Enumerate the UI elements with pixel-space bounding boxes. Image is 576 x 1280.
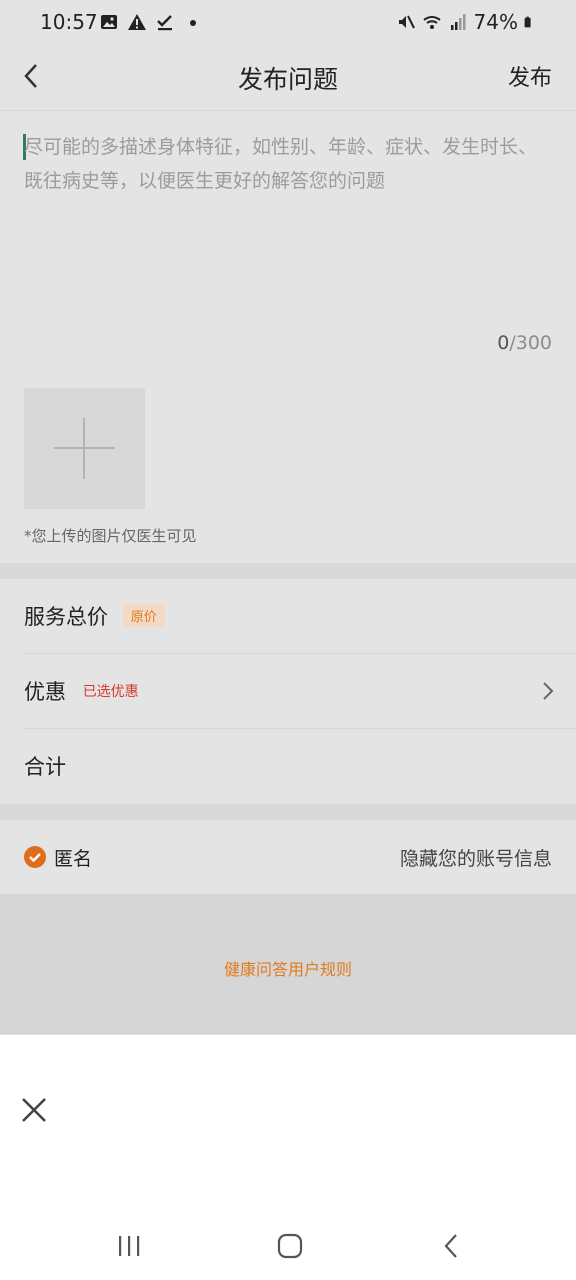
status-time: 10:57 xyxy=(40,10,98,34)
back-nav-icon[interactable] xyxy=(440,1232,462,1260)
system-icons: 74% xyxy=(396,10,536,34)
total-price-label-wrap: 服务总价 原价 xyxy=(24,601,165,631)
plus-icon-vertical xyxy=(83,418,85,479)
section-gap xyxy=(0,804,576,820)
publish-button[interactable]: 发布 xyxy=(508,60,552,92)
recent-apps-icon[interactable] xyxy=(116,1234,142,1258)
sum-row: 合计 xyxy=(0,729,576,803)
total-price-label: 服务总价 xyxy=(24,605,108,629)
battery-icon xyxy=(524,16,531,28)
chevron-right-icon xyxy=(543,682,554,700)
discount-label: 优惠 xyxy=(24,680,66,704)
user-rules-link[interactable]: 健康问答用户规则 xyxy=(0,956,576,980)
signal-icon xyxy=(450,14,466,30)
image-icon xyxy=(101,15,117,29)
discount-label-wrap: 优惠 已选优惠 xyxy=(24,676,139,706)
char-max: /300 xyxy=(509,332,552,354)
anonymous-label: 匿名 xyxy=(54,848,93,870)
discount-row[interactable]: 优惠 已选优惠 xyxy=(0,654,576,728)
add-image-button[interactable] xyxy=(24,388,145,509)
char-count: 0 xyxy=(497,332,510,354)
top-bar: 发布问题 发布 xyxy=(0,46,576,111)
page-title: 发布问题 xyxy=(237,65,338,94)
char-counter: 0/300 xyxy=(497,332,552,354)
notification-icons xyxy=(99,12,203,32)
warning-icon xyxy=(128,14,146,30)
close-icon[interactable] xyxy=(20,1096,48,1124)
original-price-badge: 原价 xyxy=(122,604,165,627)
checkmark-icon xyxy=(29,853,41,863)
mute-icon xyxy=(398,15,415,29)
dot-icon xyxy=(190,20,196,26)
total-price-row: 服务总价 原价 xyxy=(0,579,576,653)
upload-note: *您上传的图片仅医生可见 xyxy=(24,527,197,545)
home-icon[interactable] xyxy=(277,1233,303,1259)
anonymous-checkbox[interactable] xyxy=(24,846,46,868)
system-nav-bar xyxy=(0,1210,576,1280)
anonymous-hint: 隐藏您的账号信息 xyxy=(399,848,552,870)
sum-label: 合计 xyxy=(24,755,66,779)
wifi-icon xyxy=(422,16,441,29)
question-input[interactable]: 尽可能的多描述身体特征，如性别、年龄、症状、发生时长、既往病史等，以便医生更好的… xyxy=(24,130,544,198)
discount-status: 已选优惠 xyxy=(82,684,139,700)
battery-percent: 74% xyxy=(473,10,518,34)
download-done-icon xyxy=(157,15,172,31)
section-gap xyxy=(0,563,576,579)
status-bar: 10:57 74% xyxy=(0,0,576,46)
